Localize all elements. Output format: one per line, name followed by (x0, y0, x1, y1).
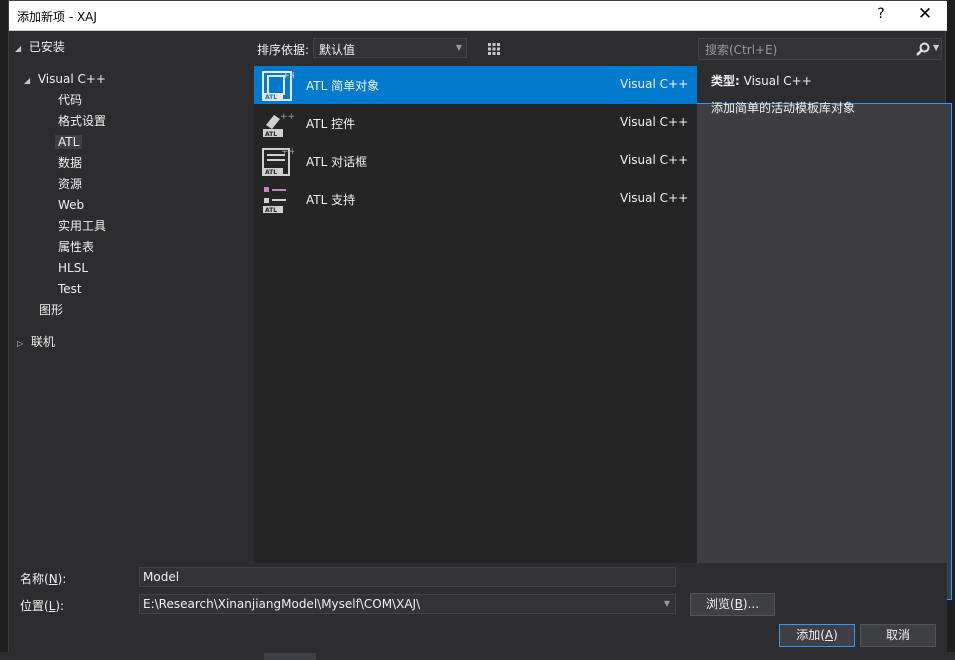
svg-text:++: ++ (281, 147, 294, 157)
svg-text:ATL: ATL (265, 169, 277, 176)
atl-simple-object-icon: ATL ++ (262, 71, 294, 101)
tree-item-hlsl[interactable]: HLSL (58, 258, 88, 278)
template-atl-simple-object[interactable]: ATL ++ ATL 简单对象 Visual C++ (254, 66, 697, 104)
tree-item-test[interactable]: Test (58, 279, 82, 299)
tree-item-online[interactable]: ▷ 联机 (17, 332, 55, 352)
search-options-chevron-icon[interactable]: ▼ (933, 43, 939, 52)
template-language: Visual C++ (620, 153, 689, 167)
search-input[interactable] (703, 41, 907, 59)
ide-background-bottom (0, 652, 955, 660)
title-bar: 添加新项 - XAJ ? ✕ (9, 1, 947, 31)
tree-item-visual-cpp[interactable]: ◢ Visual C++ (24, 69, 106, 89)
sort-label: 排序依据: (257, 43, 310, 57)
atl-control-icon: ATL ++ (263, 112, 294, 138)
tree-item-label: 已安装 (28, 40, 65, 54)
template-atl-support[interactable]: ATL ATL 支持 Visual C++ (254, 180, 697, 218)
tree-item-resource[interactable]: 资源 (58, 174, 82, 194)
template-language: Visual C++ (620, 115, 689, 129)
grid-view-icon (488, 43, 500, 55)
type-label: 类型: (711, 74, 740, 88)
template-atl-dialog[interactable]: ATL ++ ATL 对话框 Visual C++ (254, 142, 697, 180)
bottom-form: 名称(N): Model 位置(L): E:\Research\Xinanjia… (9, 563, 947, 653)
template-name: ATL 控件 (306, 117, 356, 131)
location-label: 位置(L): (20, 599, 65, 613)
category-tree: ◢ 已安装 ◢ Visual C++ 代码 格式设置 ATL 数据 资源 Web… (9, 31, 253, 561)
template-atl-control[interactable]: ATL ++ ATL 控件 Visual C++ (254, 104, 697, 142)
grid-view-button[interactable] (483, 38, 505, 60)
template-language: Visual C++ (620, 77, 689, 91)
tree-item-label: 联机 (30, 335, 55, 349)
close-button[interactable]: ✕ (910, 4, 940, 24)
name-field[interactable]: Model (139, 567, 676, 587)
add-button[interactable]: 添加(A) (779, 624, 855, 647)
help-button[interactable]: ? (869, 6, 893, 22)
template-name: ATL 简单对象 (306, 79, 380, 93)
search-box: ▼ (698, 38, 942, 60)
svg-text:ATL: ATL (265, 131, 277, 138)
search-icon[interactable] (915, 41, 931, 57)
expanded-triangle-icon[interactable]: ◢ (15, 39, 25, 59)
name-label: 名称(N): (20, 572, 67, 586)
tree-item-label: ATL (55, 135, 83, 149)
collapsed-triangle-icon[interactable]: ▷ (17, 334, 27, 354)
add-new-item-dialog: 添加新项 - XAJ ? ✕ ◢ 已安装 ◢ Visual C++ 代码 格式设… (8, 0, 952, 653)
tree-item-data[interactable]: 数据 (58, 153, 82, 173)
template-name: ATL 对话框 (306, 155, 368, 169)
template-info-panel: 类型: Visual C++ 添加简单的活动模板库对象 (711, 72, 941, 116)
svg-text:ATL: ATL (265, 207, 277, 214)
template-name: ATL 支持 (306, 193, 356, 207)
location-field[interactable]: E:\Research\XinanjiangModel\Myself\COM\X… (139, 594, 676, 614)
sort-value: 默认值 (319, 43, 356, 57)
tree-item-web[interactable]: Web (58, 195, 84, 215)
sort-dropdown[interactable]: 默认值 ▼ (313, 38, 467, 58)
tree-item-label: Visual C++ (37, 72, 106, 86)
atl-dialog-icon: ATL ++ (262, 147, 294, 176)
tree-item-property-sheet[interactable]: 属性表 (58, 237, 94, 257)
location-value: E:\Research\XinanjiangModel\Myself\COM\X… (143, 597, 421, 611)
template-description: 添加简单的活动模板库对象 (711, 101, 856, 115)
svg-text:ATL: ATL (265, 94, 277, 101)
template-list: ATL ++ ATL 简单对象 Visual C++ ATL ++ ATL 控件… (254, 66, 697, 563)
chevron-down-icon: ▼ (455, 43, 462, 52)
tree-item-code[interactable]: 代码 (58, 90, 82, 110)
tree-item-installed[interactable]: ◢ 已安装 (15, 37, 65, 57)
template-language: Visual C++ (620, 191, 689, 205)
tree-item-formatting[interactable]: 格式设置 (58, 111, 106, 131)
cancel-button[interactable]: 取消 (860, 624, 936, 647)
tree-item-graphics[interactable]: 图形 (39, 300, 63, 320)
tree-item-utility[interactable]: 实用工具 (58, 216, 106, 236)
browse-button[interactable]: 浏览(B)... (690, 593, 775, 616)
name-value: Model (143, 570, 180, 584)
svg-text:++: ++ (282, 71, 294, 81)
window-title: 添加新项 - XAJ (17, 10, 97, 24)
type-row: 类型: Visual C++ (711, 72, 941, 89)
svg-text:++: ++ (280, 112, 294, 122)
chevron-down-icon[interactable]: ▼ (664, 599, 670, 608)
tree-item-atl[interactable]: ATL (55, 132, 83, 152)
expanded-triangle-icon[interactable]: ◢ (24, 71, 34, 91)
atl-support-icon: ATL (263, 187, 286, 214)
ide-background-block (264, 652, 316, 660)
type-value: Visual C++ (743, 74, 812, 88)
